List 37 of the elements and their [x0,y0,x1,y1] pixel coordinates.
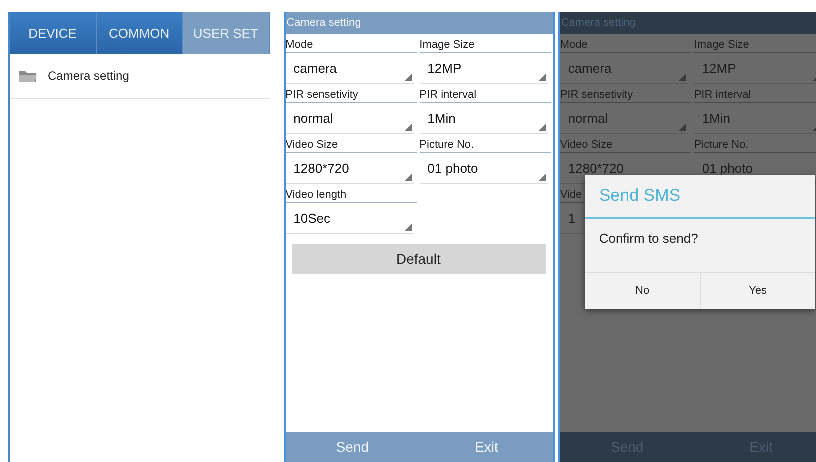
field-label: Video Size [560,134,692,153]
field-label: PIR sensetivity [286,84,417,103]
field-label: PIR interval [420,84,551,103]
dropdown[interactable]: 1Min [420,103,548,134]
field-label: Mode [560,34,692,53]
dialog-message: Confirm to send? [598,230,700,248]
item-label: Camera setting [48,69,130,83]
field-label: Mode [286,34,417,53]
dropdown[interactable]: camera [286,53,414,84]
no-button[interactable]: No [585,273,700,309]
dropdown[interactable]: 10Sec [286,203,414,234]
field-label: PIR interval [694,84,816,103]
list-item[interactable]: Camera setting [10,54,270,99]
default-button[interactable]: Default [292,244,546,274]
field-label: Video length [286,184,417,203]
field-label: Video Size [286,134,417,153]
dropdown[interactable]: normal [560,103,688,134]
screen-title: Camera setting [286,12,554,34]
exit-button[interactable]: Exit [420,432,554,462]
yes-button[interactable]: Yes [700,273,816,309]
folder-icon [18,69,38,83]
dialog-title: Send SMS [585,175,816,219]
dropdown[interactable]: 12MP [694,53,816,84]
tab[interactable]: DEVICE [10,12,97,54]
tab[interactable]: USER SET [183,12,270,54]
field-label: PIR sensetivity [560,84,692,103]
dropdown[interactable]: 12MP [420,53,548,84]
send-button[interactable]: Send [286,432,420,462]
field-label: Image Size [694,34,816,53]
dropdown[interactable]: normal [286,103,414,134]
dropdown[interactable]: 1280*720 [286,153,414,184]
field-label: Picture No. [420,134,551,153]
field-label: Picture No. [694,134,816,153]
dropdown[interactable]: 1Min [694,103,816,134]
dropdown[interactable]: 01 photo [420,153,548,184]
dropdown[interactable]: camera [560,53,688,84]
field-label: Image Size [420,34,551,53]
